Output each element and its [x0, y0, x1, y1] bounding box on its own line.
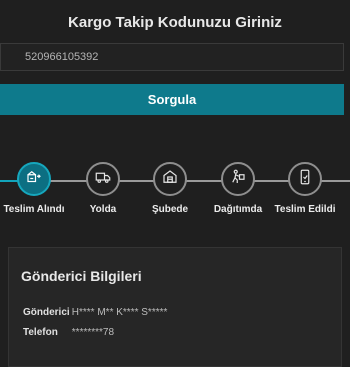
row-key: Telefon [23, 327, 58, 338]
step-circle [17, 162, 51, 196]
step-circle [288, 162, 322, 196]
card-title: Gönderici Bilgileri [21, 268, 142, 284]
sender-info-card: Gönderici Bilgileri Gönderici H**** M** … [8, 247, 342, 367]
row-value: ********78 [71, 327, 115, 338]
row-value: H**** M** K**** S***** [71, 307, 168, 318]
step-dagitimda: Dağıtımda [203, 162, 273, 215]
step-label: Teslim Alındı [3, 204, 65, 215]
step-circle [86, 162, 120, 196]
row-key: Gönderici [23, 307, 70, 318]
tracking-code-input[interactable] [0, 43, 344, 71]
branch-building-icon [161, 168, 179, 191]
step-label: Yolda [89, 204, 117, 215]
phone-row: Telefon ********78 [23, 327, 114, 338]
step-label: Teslim Edildi [274, 204, 336, 215]
step-yolda: Yolda [68, 162, 138, 215]
page-title: Kargo Takip Kodunuzu Giriniz [68, 14, 282, 31]
step-label: Şubede [151, 204, 189, 215]
step-circle [153, 162, 187, 196]
sender-row: Gönderici H**** M** K**** S***** [23, 307, 167, 318]
courier-icon [229, 168, 247, 191]
shipment-stepper: Teslim Alındı Yolda Şubede Dağıtımda Tes… [0, 162, 350, 222]
step-label: Dağıtımda [213, 204, 263, 215]
query-button[interactable]: Sorgula [0, 84, 344, 115]
truck-icon [94, 168, 112, 191]
step-subede: Şubede [135, 162, 205, 215]
step-teslim-alindi: Teslim Alındı [0, 162, 69, 215]
step-circle [221, 162, 255, 196]
package-received-icon [25, 168, 43, 191]
delivered-phone-icon [296, 168, 314, 191]
step-teslim-edildi: Teslim Edildi [270, 162, 340, 215]
